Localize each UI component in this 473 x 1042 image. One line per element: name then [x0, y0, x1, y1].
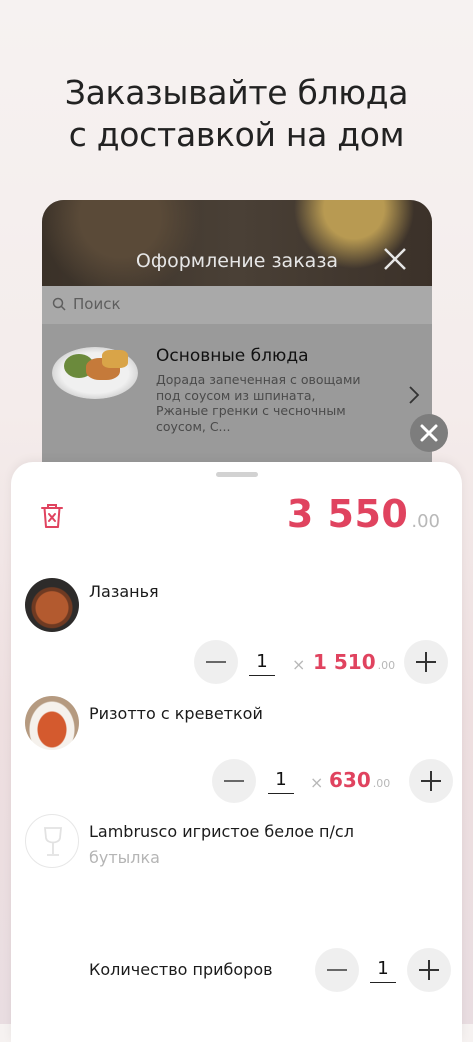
close-icon[interactable] — [382, 246, 408, 272]
plus-icon — [416, 652, 436, 672]
screen-title: Оформление заказа — [135, 250, 339, 272]
cutlery-quantity: 1 — [370, 958, 396, 983]
increase-button[interactable] — [409, 759, 453, 803]
sheet-grabber[interactable] — [216, 472, 258, 477]
total-amount: 3 550 — [286, 492, 409, 536]
decrease-button[interactable] — [194, 640, 238, 684]
item-name: Лазанья — [89, 582, 159, 601]
chevron-right-icon — [409, 386, 420, 404]
promo-headline: Заказывайте блюда с доставкой на дом — [0, 72, 473, 156]
search-bar[interactable]: Поиск — [42, 286, 432, 324]
plus-icon — [419, 960, 439, 980]
trash-icon[interactable] — [39, 502, 65, 530]
restaurant-header-image — [42, 200, 432, 286]
price-cents: .00 — [377, 659, 396, 672]
increase-button[interactable] — [404, 640, 448, 684]
wine-item-image — [25, 814, 79, 868]
headline-line1: Заказывайте блюда — [64, 73, 409, 112]
total-cents: .00 — [411, 511, 440, 532]
item-price: 630.00 — [329, 768, 390, 792]
headline-line2: с доставкой на дом — [68, 115, 405, 154]
close-icon — [420, 424, 438, 442]
cutlery-increase-button[interactable] — [407, 948, 451, 992]
plus-icon — [421, 771, 441, 791]
dish-photo-fries — [102, 350, 128, 368]
price-amount: 630 — [329, 768, 371, 792]
search-icon — [52, 297, 66, 311]
wine-glass-icon — [44, 827, 62, 856]
cutlery-decrease-button[interactable] — [315, 948, 359, 992]
minus-icon — [327, 969, 347, 971]
minus-icon — [224, 780, 244, 782]
multiply-sign: × — [292, 655, 306, 674]
cutlery-count-label: Количество приборов — [89, 960, 273, 979]
search-placeholder: Поиск — [73, 295, 121, 313]
quantity-value: 1 — [249, 651, 275, 676]
quantity-value: 1 — [268, 769, 294, 794]
lasagna-photo — [25, 578, 79, 632]
category-title: Основные блюда — [156, 346, 309, 366]
price-cents: .00 — [372, 777, 391, 790]
order-screen-preview: Оформление заказа Поиск Основные блюда Д… — [42, 200, 432, 500]
item-name: Ризотто с креветкой — [89, 704, 263, 723]
cart-total: 3 550.00 — [287, 492, 440, 536]
cart-sheet: 3 550.00 Лазанья 1 × 1 510.00 Ризотто с … — [11, 462, 462, 1042]
item-name: Lambrusco игристое белое п/сл — [89, 822, 354, 841]
multiply-sign: × — [310, 773, 324, 792]
decrease-button[interactable] — [212, 759, 256, 803]
close-sheet-button[interactable] — [410, 414, 448, 452]
item-unit: бутылка — [89, 848, 160, 867]
price-amount: 1 510 — [313, 650, 376, 674]
minus-icon — [206, 661, 226, 663]
risotto-photo — [25, 696, 79, 750]
item-price: 1 510.00 — [313, 650, 395, 674]
category-description: Дорада запеченная с овощами под соусом и… — [156, 372, 361, 434]
